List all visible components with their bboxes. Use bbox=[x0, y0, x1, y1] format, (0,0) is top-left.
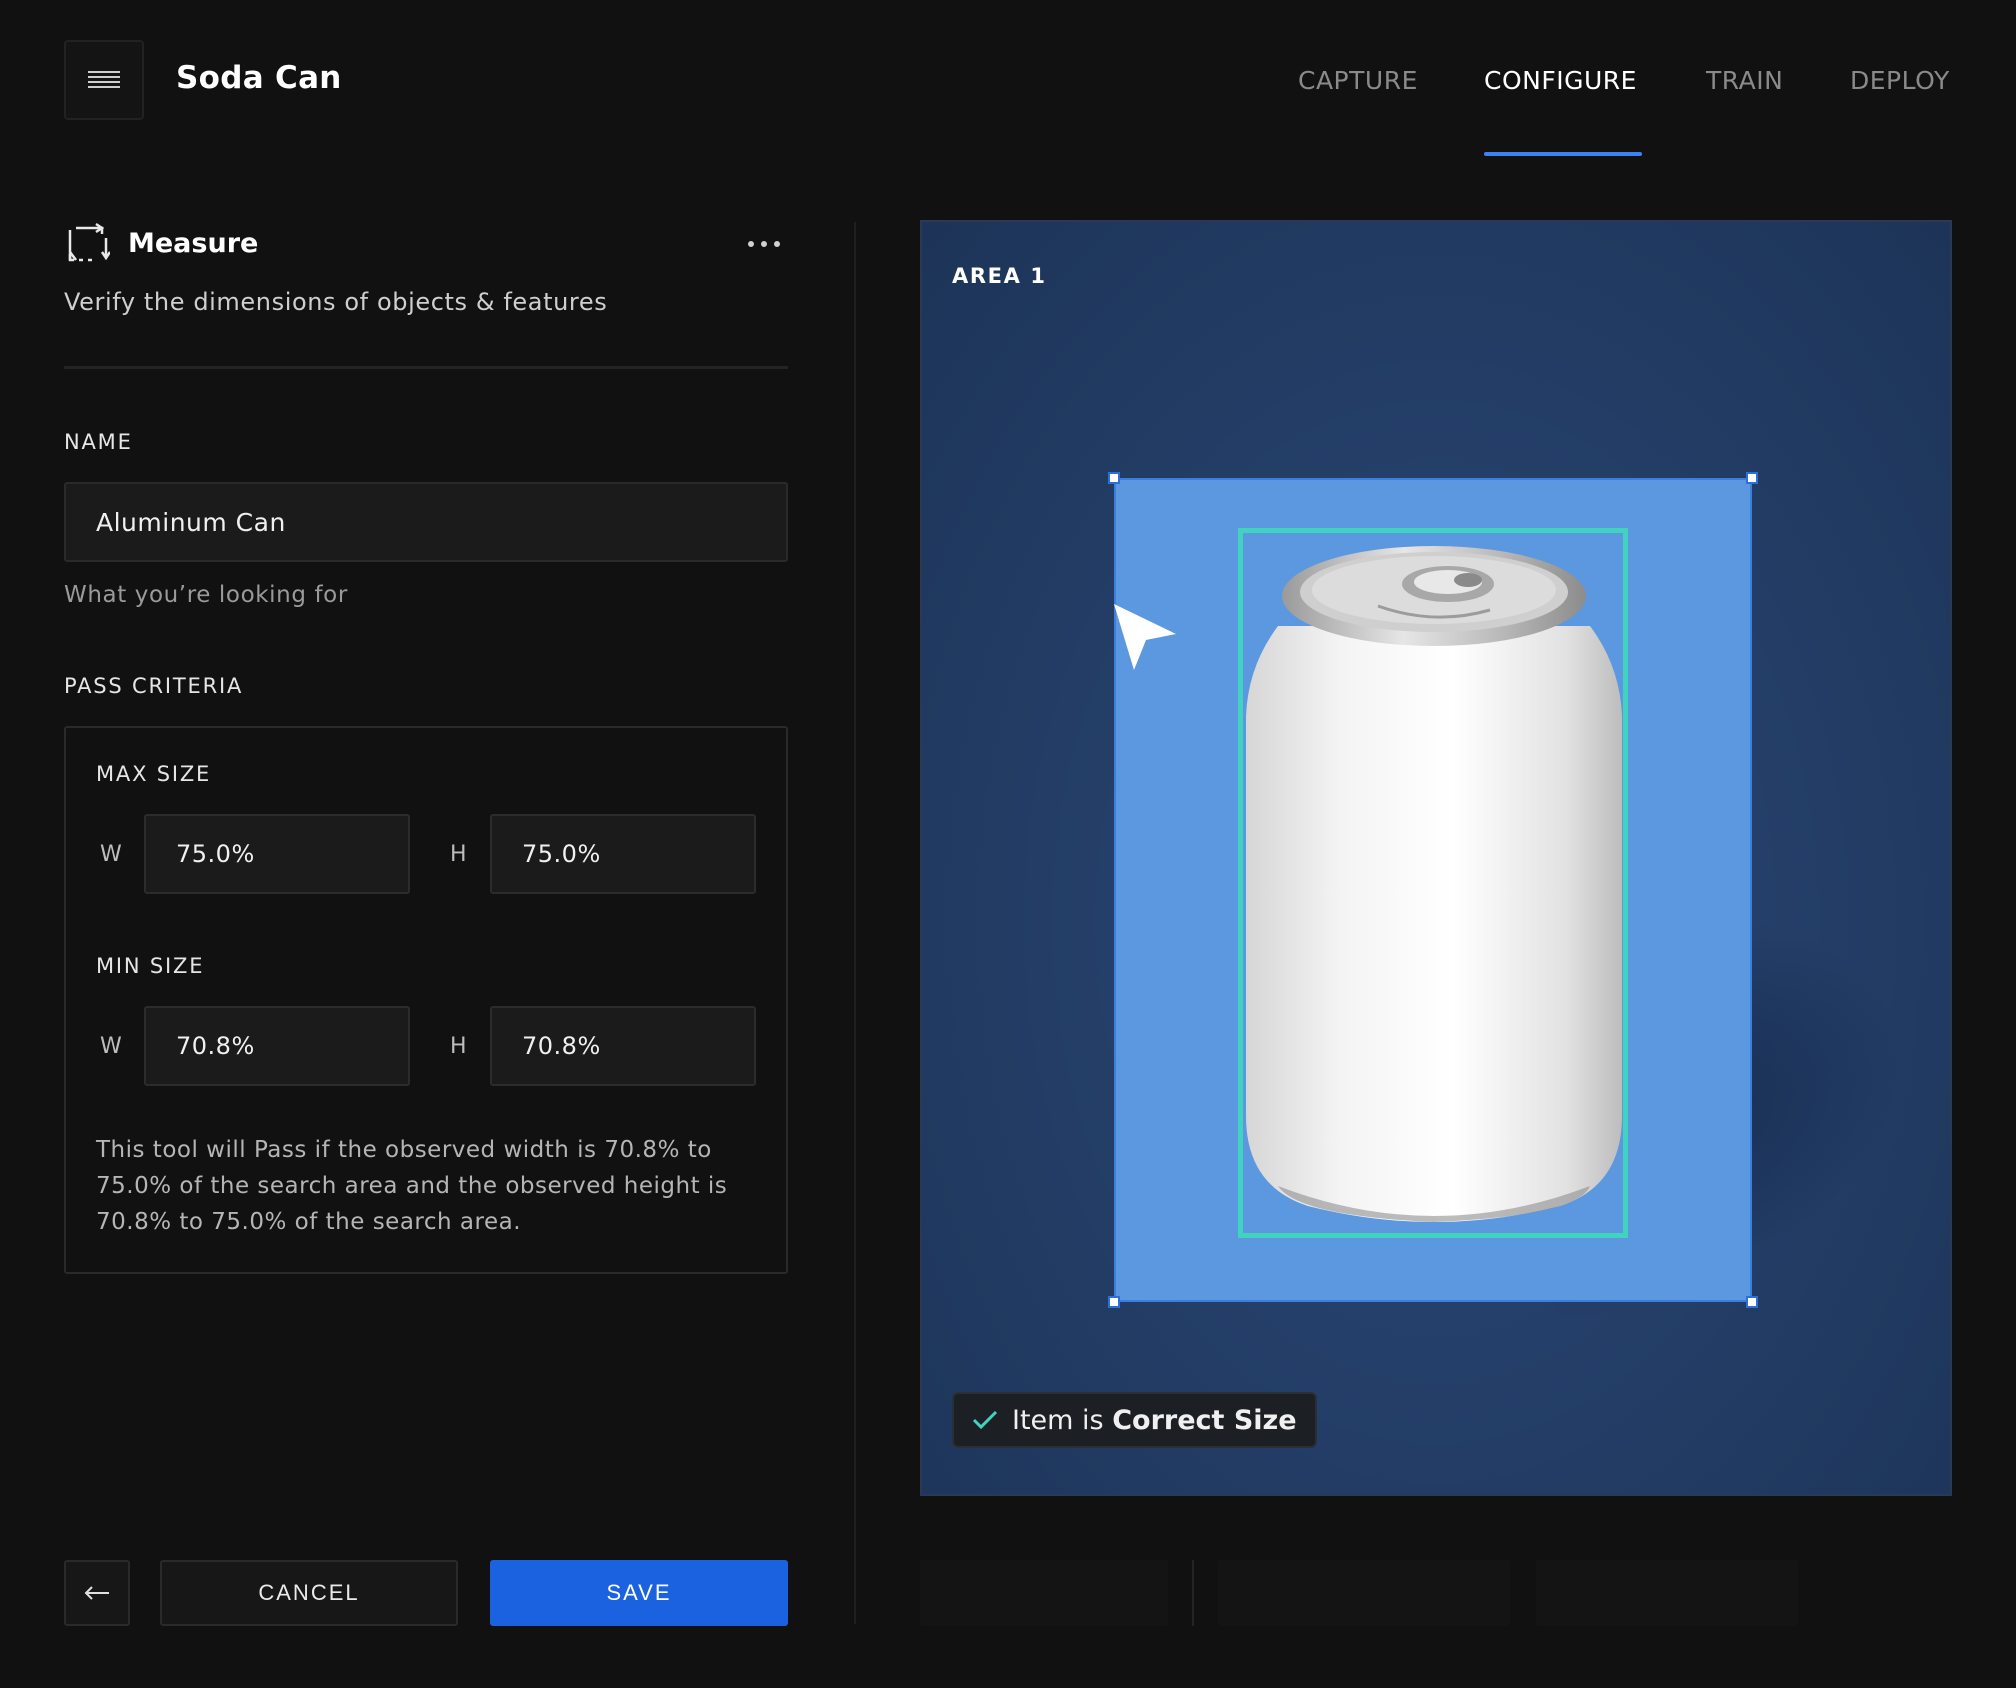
tab-train[interactable]: TRAIN bbox=[1706, 66, 1783, 95]
thumbnail-divider bbox=[1192, 1560, 1194, 1626]
tab-configure[interactable]: CONFIGURE bbox=[1484, 66, 1637, 95]
pass-rule-description: This tool will Pass if the observed widt… bbox=[96, 1137, 728, 1235]
resize-handle-top-right[interactable] bbox=[1746, 472, 1758, 484]
panel-description: Verify the dimensions of objects & featu… bbox=[64, 288, 608, 316]
min-size-label: MIN SIZE bbox=[96, 954, 205, 978]
max-size-label: MAX SIZE bbox=[96, 762, 212, 786]
cursor-arrow-icon bbox=[1114, 604, 1176, 670]
thumbnail-slot[interactable] bbox=[920, 1560, 1168, 1626]
name-help-text: What you’re looking for bbox=[64, 582, 348, 608]
resize-handle-bottom-right[interactable] bbox=[1746, 1296, 1758, 1308]
min-height-label: H bbox=[450, 1034, 467, 1059]
resize-handle-bottom-left[interactable] bbox=[1108, 1296, 1120, 1308]
pass-criteria-label: PASS CRITERIA bbox=[64, 674, 244, 698]
section-divider bbox=[64, 366, 788, 369]
thumbnail-slot[interactable] bbox=[1218, 1560, 1510, 1626]
status-emphasis: Correct Size bbox=[1112, 1404, 1297, 1436]
max-height-label: H bbox=[450, 842, 467, 867]
check-icon bbox=[972, 1410, 998, 1430]
name-label: NAME bbox=[64, 430, 133, 454]
panel-divider bbox=[854, 222, 856, 1624]
min-width-input[interactable] bbox=[144, 1006, 410, 1086]
menu-icon bbox=[88, 71, 120, 88]
more-options-button[interactable] bbox=[744, 226, 784, 262]
menu-button[interactable] bbox=[64, 40, 144, 120]
cancel-button[interactable]: CANCEL bbox=[160, 1560, 458, 1626]
area-label: AREA 1 bbox=[952, 264, 1047, 288]
max-width-input[interactable] bbox=[144, 814, 410, 894]
tab-deploy[interactable]: DEPLOY bbox=[1850, 66, 1950, 95]
min-height-input[interactable] bbox=[490, 1006, 756, 1086]
status-prefix: Item is bbox=[1012, 1404, 1104, 1436]
panel-title: Measure bbox=[128, 228, 259, 259]
app-title: Soda Can bbox=[176, 60, 342, 96]
thumbnail-slot[interactable] bbox=[1536, 1560, 1798, 1626]
tab-capture[interactable]: CAPTURE bbox=[1298, 66, 1418, 95]
max-height-input[interactable] bbox=[490, 814, 756, 894]
resize-handle-top-left[interactable] bbox=[1108, 472, 1120, 484]
name-input[interactable] bbox=[64, 482, 788, 562]
min-width-label: W bbox=[100, 1034, 122, 1059]
back-button[interactable] bbox=[64, 1560, 130, 1626]
more-horizontal-icon bbox=[748, 241, 780, 247]
arrow-left-icon bbox=[84, 1586, 109, 1600]
status-badge: Item is Correct Size bbox=[952, 1392, 1317, 1448]
active-tab-indicator bbox=[1484, 152, 1642, 156]
detected-item-box bbox=[1238, 528, 1628, 1238]
save-button[interactable]: SAVE bbox=[490, 1560, 788, 1626]
max-width-label: W bbox=[100, 842, 122, 867]
measure-icon bbox=[68, 222, 110, 262]
